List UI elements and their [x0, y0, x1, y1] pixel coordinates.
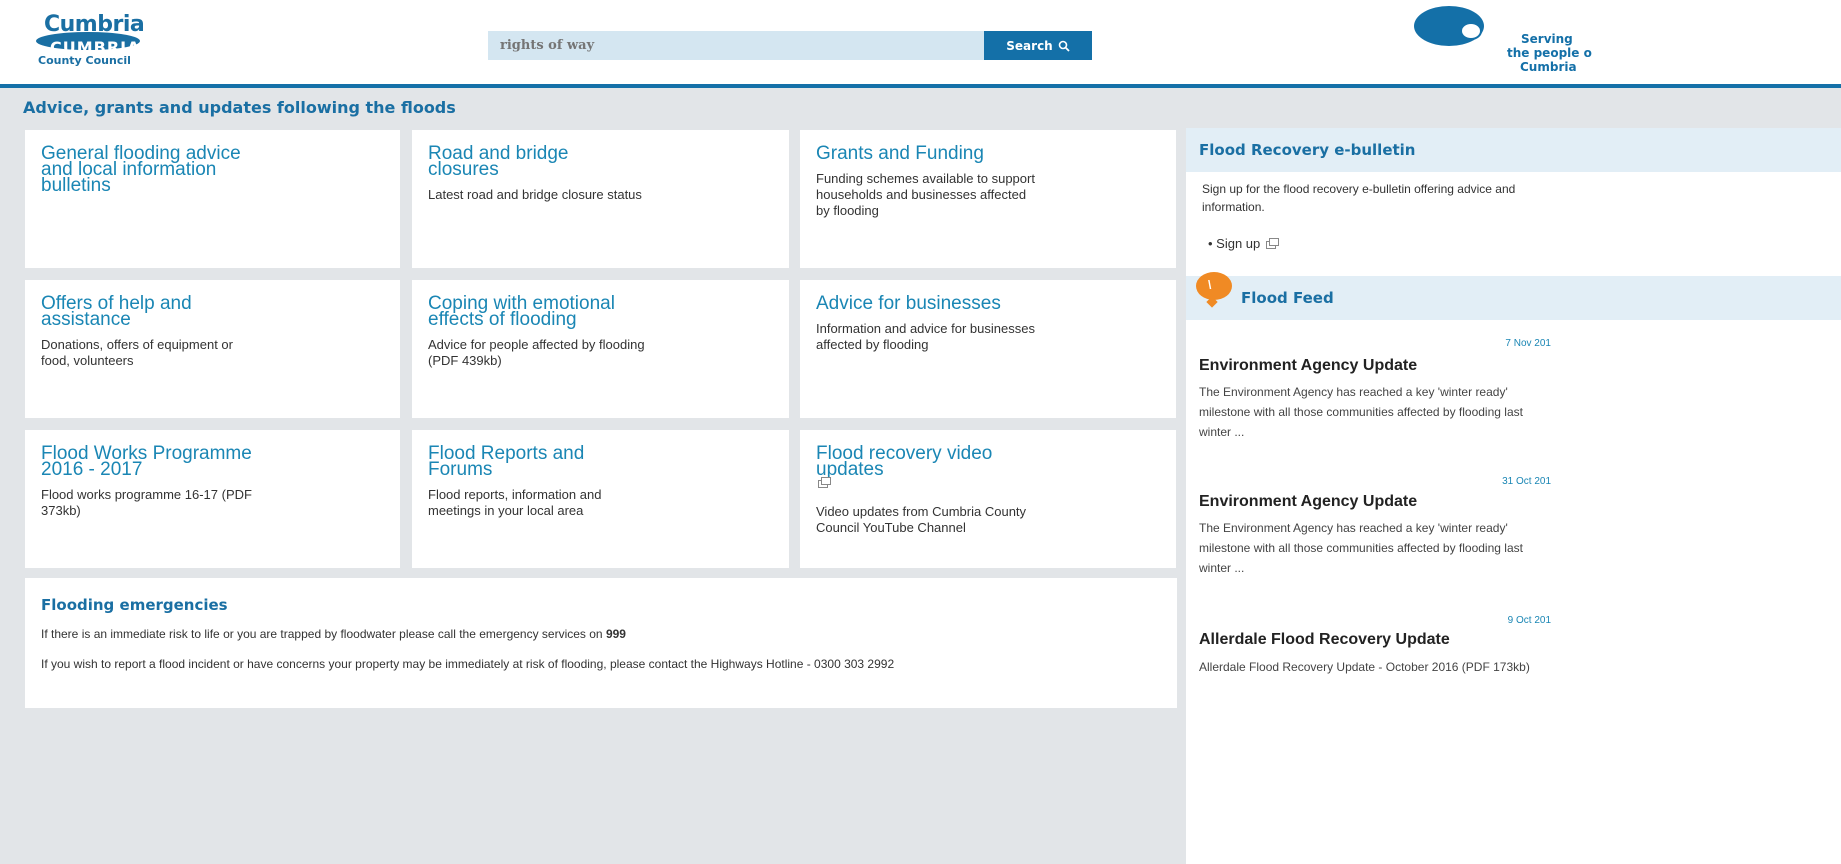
flood-feed-title: Flood Feed	[1241, 289, 1334, 307]
card-flood-recovery-video-updates[interactable]: Flood recovery video updates Video updat…	[800, 430, 1176, 568]
feed-item-date: 31 Oct 201	[1502, 476, 1551, 487]
site-header: Cumbria CUMBRIA County Council Search Se…	[0, 0, 1841, 84]
feed-item-text: Allerdale Flood Recovery Update - Octobe…	[1199, 660, 1530, 674]
feed-item-text: The Environment Agency has reached a key…	[1199, 521, 1523, 575]
right-sidebar: Flood Recovery e-bulletin Sign up for th…	[1186, 128, 1841, 864]
card-description: Funding schemes available to support hou…	[816, 171, 1035, 218]
feed-item-date: 9 Oct 201	[1507, 615, 1551, 626]
card-road-and-bridge-closures[interactable]: Road and bridge closures Latest road and…	[412, 130, 789, 268]
search-button[interactable]: Search	[984, 31, 1092, 60]
feed-item-title[interactable]: Environment Agency Update	[1199, 493, 1417, 511]
search-button-label: Search	[1006, 38, 1053, 53]
search-form: Search	[488, 31, 1092, 60]
card-offers-of-help[interactable]: Offers of help and assistance Donations,…	[25, 280, 400, 418]
search-icon	[1058, 40, 1070, 52]
serving-the-people-logo[interactable]: Serving the people o Cumbria	[1410, 4, 1841, 82]
emergency-text-2: If you wish to report a flood incident o…	[41, 657, 895, 671]
card-coping-with-emotional-effects[interactable]: Coping with emotional effects of floodin…	[412, 280, 789, 418]
card-title-link[interactable]: Road and bridge closures	[428, 144, 773, 179]
card-title-link[interactable]: General flooding advice and local inform…	[41, 144, 384, 195]
card-title-link[interactable]: Flood Reports and Forums	[428, 444, 773, 479]
card-title-link[interactable]: Advice for businesses	[816, 294, 1160, 313]
card-description: Advice for people affected by flooding (…	[428, 337, 645, 368]
card-description: Flood reports, information and meetings …	[428, 487, 602, 518]
speech-bubble-small-icon	[1460, 22, 1482, 40]
logo-subtitle: County Council	[38, 54, 131, 67]
page-title: Advice, grants and updates following the…	[23, 98, 456, 117]
card-title-link[interactable]: Offers of help and assistance	[41, 294, 384, 329]
bulletin-title: Flood Recovery e-bulletin	[1199, 141, 1416, 159]
serving-line-3: Cumbria	[1520, 60, 1577, 74]
sign-up-link[interactable]: • Sign up	[1208, 236, 1279, 251]
logo-top-text: Cumbria	[44, 12, 145, 37]
flood-feed-header: \ Flood Feed	[1186, 272, 1841, 320]
card-description: Latest road and bridge closure status	[428, 187, 642, 202]
card-title-link[interactable]: Grants and Funding	[816, 144, 1160, 163]
emergency-text-1-prefix: If there is an immediate risk to life or…	[41, 627, 606, 641]
external-link-icon	[818, 477, 831, 488]
feed-item-date: 7 Nov 201	[1505, 338, 1551, 349]
card-title-link[interactable]: Flood Works Programme 2016 - 2017	[41, 444, 384, 479]
serving-line-1: Serving	[1521, 32, 1573, 46]
emergency-text-1: If there is an immediate risk to life or…	[41, 626, 1161, 642]
flooding-emergencies-panel: Flooding emergencies If there is an imme…	[25, 578, 1177, 708]
serving-line-2: the people o	[1507, 46, 1592, 60]
card-flood-works-programme[interactable]: Flood Works Programme 2016 - 2017 Flood …	[25, 430, 400, 568]
cumbria-logo[interactable]: Cumbria CUMBRIA County Council	[30, 8, 170, 68]
external-link-icon	[1265, 237, 1279, 249]
feed-item-text: The Environment Agency has reached a key…	[1199, 385, 1523, 439]
card-description: Flood works programme 16-17 (PDF 373kb)	[41, 487, 252, 518]
bulletin-header: Flood Recovery e-bulletin	[1186, 128, 1841, 172]
card-grants-and-funding[interactable]: Grants and Funding Funding schemes avail…	[800, 130, 1176, 268]
card-description: Video updates from Cumbria County Counci…	[816, 504, 1027, 535]
card-flood-reports-and-forums[interactable]: Flood Reports and Forums Flood reports, …	[412, 430, 789, 568]
card-advice-for-businesses[interactable]: Advice for businesses Information and ad…	[800, 280, 1176, 418]
card-description: Donations, offers of equipment or food, …	[41, 337, 233, 368]
feed-item-title[interactable]: Allerdale Flood Recovery Update	[1199, 631, 1450, 649]
card-description: Information and advice for businesses af…	[816, 321, 1035, 352]
card-title-link[interactable]: Coping with emotional effects of floodin…	[428, 294, 773, 329]
sign-up-label: • Sign up	[1208, 236, 1261, 251]
rss-icon: \	[1196, 272, 1232, 300]
card-title-link[interactable]: Flood recovery video updates	[816, 444, 1160, 479]
emergency-number: 999	[605, 627, 626, 641]
card-general-flooding-advice[interactable]: General flooding advice and local inform…	[25, 130, 400, 268]
feed-item-title[interactable]: Environment Agency Update	[1199, 357, 1417, 375]
emergency-title: Flooding emergencies	[41, 596, 228, 614]
search-input[interactable]	[488, 31, 984, 60]
bulletin-text: Sign up for the flood recovery e-bulleti…	[1202, 182, 1516, 214]
